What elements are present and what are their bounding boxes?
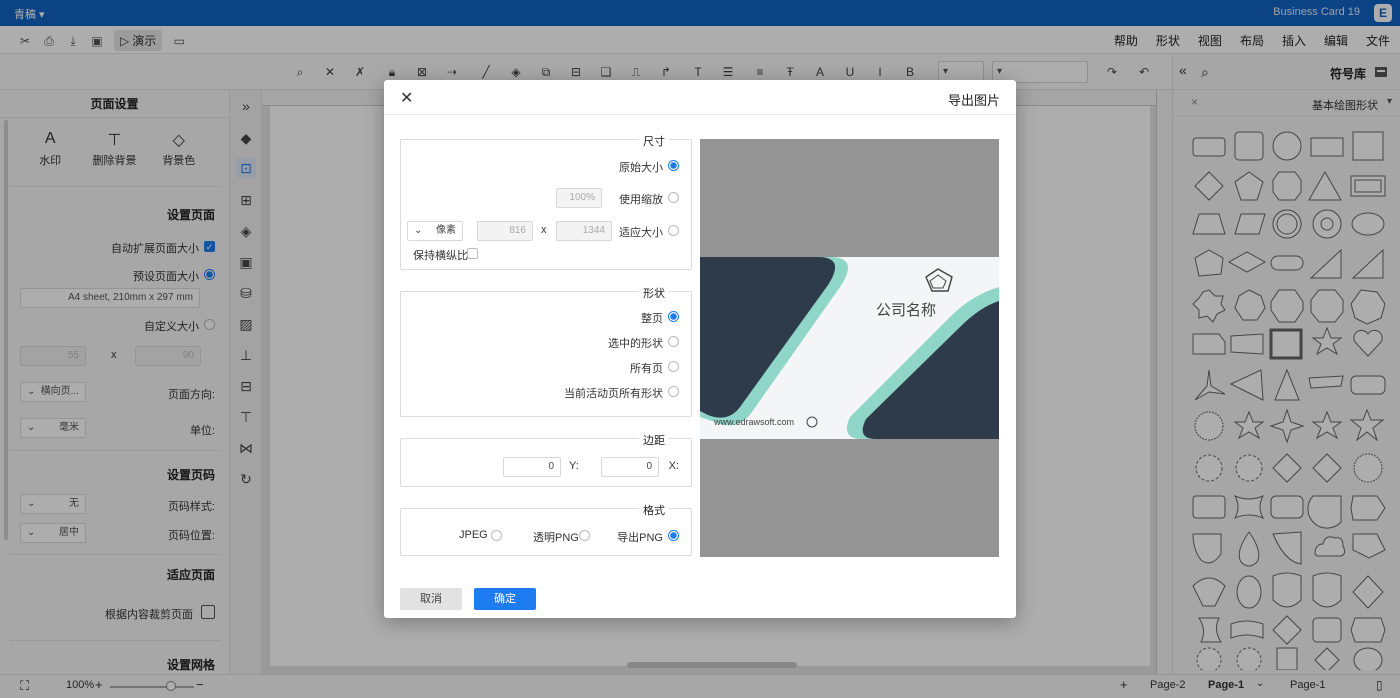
whole-page-radio[interactable]	[668, 311, 679, 322]
card-url: www.edrawsoft.com	[714, 417, 795, 427]
margin-y-label: Y:	[569, 460, 579, 472]
margin-y-input[interactable]: 0	[503, 457, 561, 477]
original-size-radio[interactable]	[668, 160, 679, 171]
ok-button[interactable]: 确定	[474, 588, 536, 610]
jpeg-label: JPEG	[459, 529, 488, 541]
all-pages-label: 所有页	[630, 363, 663, 375]
width-input[interactable]: 1344	[556, 221, 612, 241]
margin-group-label: 边距	[639, 432, 669, 448]
export-png-radio[interactable]	[668, 530, 679, 541]
unit-select-value: 像素	[436, 225, 456, 236]
fit-size-radio[interactable]	[668, 225, 679, 236]
cancel-button[interactable]: 取消	[400, 588, 462, 610]
selected-shapes-label: 选中的形状	[608, 338, 663, 350]
format-group: 格式 导出PNG 透明PNG JPEG	[400, 502, 692, 556]
card-company-name: 公司名称	[876, 302, 937, 319]
active-page-shapes-label: 当前活动页所有形状	[564, 388, 663, 400]
all-pages-radio[interactable]	[668, 361, 679, 372]
globe-icon	[806, 416, 818, 428]
selected-shapes-radio[interactable]	[668, 336, 679, 347]
keep-ratio-label: 保持横纵比	[413, 250, 468, 262]
transparent-png-label: 透明PNG	[533, 532, 579, 544]
margin-group: 边距 X: 0 Y: 0	[400, 432, 692, 487]
jpeg-radio[interactable]	[491, 530, 502, 541]
fit-size-label: 适应大小	[619, 227, 663, 239]
scale-input[interactable]: 100%	[556, 188, 602, 208]
original-size-label: 原始大小	[619, 162, 663, 174]
shape-group-label: 形状	[639, 285, 669, 301]
use-scale-radio[interactable]	[668, 192, 679, 203]
unit-select[interactable]: ⌄ 像素	[407, 221, 463, 241]
business-card-preview: 公司名称 www.edrawsoft.com	[700, 257, 999, 439]
keep-ratio-checkbox[interactable]	[467, 248, 478, 259]
dialog-title: 导出图片	[947, 93, 1000, 108]
margin-x-label: X:	[668, 460, 679, 472]
margin-x-input[interactable]: 0	[601, 457, 659, 477]
size-x-separator: x	[541, 224, 547, 236]
chevron-down-icon: ⌄	[414, 225, 423, 236]
export-png-label: 导出PNG	[617, 532, 663, 544]
whole-page-label: 整页	[641, 313, 663, 325]
dialog-header-divider	[384, 114, 1016, 115]
transparent-png-radio[interactable]	[579, 530, 590, 541]
use-scale-label: 使用缩放	[619, 194, 663, 206]
export-image-dialog: ✕ 导出图片 公司名称 www.edrawsoft.com 尺寸 原始大小 使用…	[384, 80, 1016, 618]
shape-group: 形状 整页 选中的形状 所有页 当前活动页所有形状	[400, 285, 692, 417]
card-dark-shape-left	[700, 257, 836, 418]
size-group: 尺寸 原始大小 使用缩放 100% 适应大小 1344 x 816 ⌄ 像素 保持…	[400, 133, 692, 270]
close-icon[interactable]: ✕	[400, 88, 413, 108]
size-group-label: 尺寸	[639, 133, 669, 149]
card-logo-inner	[929, 274, 947, 289]
format-group-label: 格式	[639, 502, 669, 518]
active-page-shapes-radio[interactable]	[668, 386, 679, 397]
business-card-graphic	[700, 257, 999, 439]
height-input[interactable]: 816	[477, 221, 533, 241]
card-dark-shape-right	[862, 301, 999, 439]
export-preview: 公司名称 www.edrawsoft.com	[700, 139, 999, 557]
